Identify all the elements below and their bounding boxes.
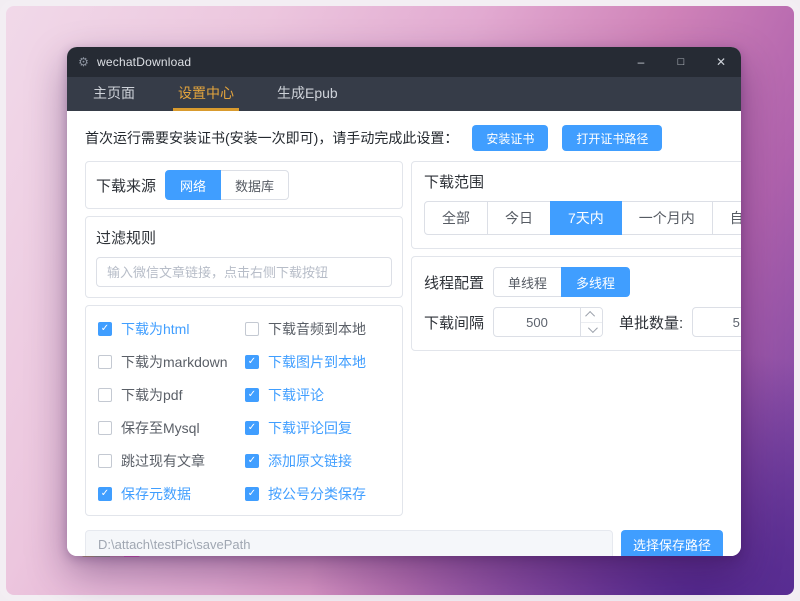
checkbox-checked-icon[interactable]: ✓ (245, 355, 259, 369)
filter-rules-title: 过滤规则 (96, 227, 392, 248)
app-window: ⚙ wechatDownload – □ ✕ 主页面 设置中心 生成Epub 首… (67, 47, 741, 556)
checkbox-checked-icon[interactable]: ✓ (245, 421, 259, 435)
download-range-title: 下载范围 (424, 171, 741, 192)
download-source-option[interactable]: 数据库 (220, 170, 289, 200)
download-source-option[interactable]: 网络 (165, 170, 221, 200)
app-icon: ⚙ (76, 55, 91, 70)
option-checkbox-label: 保存至Mysql (121, 418, 200, 438)
download-options-box: ✓ 下载为html 下载为markdown 下载为pdf 保存至Mysql 跳过现有文章 ✓… (85, 305, 403, 516)
download-range-box: 下载范围 全部今日7天内一个月内自定义 (411, 161, 741, 249)
batch-size-stepper: 5 (692, 307, 741, 337)
interval-decrease-button[interactable] (581, 322, 602, 337)
option-checkbox-item[interactable]: ✓ 下载评论回复 (245, 418, 392, 438)
tab-main-page[interactable]: 主页面 (88, 77, 140, 111)
choose-save-path-button[interactable]: 选择保存路径 (621, 530, 723, 556)
path-settings: 选择保存路径 选择缓存路径 (85, 530, 723, 556)
option-checkbox-label: 下载为html (121, 319, 189, 339)
checkbox-unchecked-icon[interactable] (98, 355, 112, 369)
batch-size-value[interactable]: 5 (693, 308, 741, 336)
checkbox-checked-icon[interactable]: ✓ (98, 322, 112, 336)
checkbox-unchecked-icon[interactable] (245, 322, 259, 336)
download-source-segmented: 网络数据库 (165, 170, 289, 200)
open-certificate-path-button[interactable]: 打开证书路径 (562, 125, 662, 151)
option-checkbox-label: 保存元数据 (121, 484, 191, 504)
checkbox-checked-icon[interactable]: ✓ (245, 454, 259, 468)
download-range-option[interactable]: 7天内 (550, 201, 622, 235)
thread-config-row: 线程配置 单线程多线程 (424, 267, 741, 297)
option-checkbox-item[interactable]: ✓ 添加原文链接 (245, 451, 392, 471)
download-source-label: 下载来源 (96, 175, 156, 196)
filter-rules-box: 过滤规则 (85, 216, 403, 298)
option-checkbox-label: 按公号分类保存 (268, 484, 366, 504)
install-certificate-button[interactable]: 安装证书 (472, 125, 548, 151)
save-path-input[interactable] (85, 530, 613, 556)
left-settings-column: 下载来源 网络数据库 过滤规则 ✓ 下载为html 下载为markdown 下载为pd… (85, 161, 403, 516)
option-checkbox-label: 下载为markdown (121, 352, 228, 372)
options-column-left: ✓ 下载为html 下载为markdown 下载为pdf 保存至Mysql 跳过现有文章 ✓… (98, 319, 245, 504)
chevron-up-icon (585, 311, 595, 321)
option-checkbox-item[interactable]: ✓ 下载为html (98, 319, 245, 339)
option-checkbox-label: 下载音频到本地 (268, 319, 366, 339)
tab-settings-center[interactable]: 设置中心 (173, 77, 239, 111)
download-range-option[interactable]: 自定义 (712, 201, 741, 235)
right-settings-column: 下载范围 全部今日7天内一个月内自定义 线程配置 单线程多线程 下载间隔 500 (411, 161, 741, 516)
certificate-hint-text: 首次运行需要安装证书(安装一次即可)，请手动完成此设置： (85, 128, 458, 148)
window-controls: – □ ✕ (621, 47, 741, 77)
checkbox-unchecked-icon[interactable] (98, 388, 112, 402)
maximize-button[interactable]: □ (661, 47, 701, 77)
download-interval-spin-buttons (580, 308, 602, 336)
close-button[interactable]: ✕ (701, 47, 741, 77)
download-source-box: 下载来源 网络数据库 (85, 161, 403, 209)
thread-config-box: 线程配置 单线程多线程 下载间隔 500 (411, 256, 741, 351)
interval-increase-button[interactable] (581, 308, 602, 322)
option-checkbox-label: 下载评论回复 (268, 418, 352, 438)
option-checkbox-label: 添加原文链接 (268, 451, 352, 471)
checkbox-unchecked-icon[interactable] (98, 454, 112, 468)
chevron-down-icon (588, 323, 598, 333)
minimize-button[interactable]: – (621, 47, 661, 77)
save-path-row: 选择保存路径 (85, 530, 723, 556)
option-checkbox-item[interactable]: ✓ 下载图片到本地 (245, 352, 392, 372)
download-interval-label: 下载间隔 (424, 312, 484, 333)
download-range-segmented: 全部今日7天内一个月内自定义 (424, 201, 741, 235)
download-interval-value[interactable]: 500 (494, 308, 580, 336)
certificate-row: 首次运行需要安装证书(安装一次即可)，请手动完成此设置： 安装证书 打开证书路径 (85, 125, 723, 151)
title-bar[interactable]: ⚙ wechatDownload – □ ✕ (67, 47, 741, 77)
thread-mode-option[interactable]: 单线程 (493, 267, 562, 297)
tab-bar: 主页面 设置中心 生成Epub (67, 77, 741, 111)
download-range-option[interactable]: 一个月内 (621, 201, 713, 235)
option-checkbox-item[interactable]: ✓ 下载评论 (245, 385, 392, 405)
download-interval-stepper: 500 (493, 307, 603, 337)
option-checkbox-item[interactable]: ✓ 按公号分类保存 (245, 484, 392, 504)
thread-mode-option[interactable]: 多线程 (561, 267, 630, 297)
option-checkbox-item[interactable]: 保存至Mysql (98, 418, 245, 438)
numeric-settings-row: 下载间隔 500 单批数量: 5 (424, 307, 741, 337)
settings-content: 首次运行需要安装证书(安装一次即可)，请手动完成此设置： 安装证书 打开证书路径… (67, 111, 741, 556)
option-checkbox-item[interactable]: 下载为markdown (98, 352, 245, 372)
option-checkbox-label: 下载评论 (268, 385, 324, 405)
screenshot-stage: ⚙ wechatDownload – □ ✕ 主页面 设置中心 生成Epub 首… (0, 0, 800, 601)
checkbox-checked-icon[interactable]: ✓ (98, 487, 112, 501)
checkbox-checked-icon[interactable]: ✓ (245, 388, 259, 402)
checkbox-checked-icon[interactable]: ✓ (245, 487, 259, 501)
checkbox-unchecked-icon[interactable] (98, 421, 112, 435)
thread-config-label: 线程配置 (424, 272, 484, 293)
option-checkbox-item[interactable]: 跳过现有文章 (98, 451, 245, 471)
window-title: wechatDownload (97, 55, 191, 69)
thread-mode-segmented: 单线程多线程 (493, 267, 630, 297)
option-checkbox-label: 下载为pdf (121, 385, 182, 405)
batch-size-label: 单批数量: (619, 312, 683, 333)
option-checkbox-label: 下载图片到本地 (268, 352, 366, 372)
article-link-input[interactable] (96, 257, 392, 287)
option-checkbox-item[interactable]: 下载音频到本地 (245, 319, 392, 339)
download-range-option[interactable]: 今日 (487, 201, 551, 235)
tab-generate-epub[interactable]: 生成Epub (272, 77, 343, 111)
option-checkbox-item[interactable]: 下载为pdf (98, 385, 245, 405)
option-checkbox-label: 跳过现有文章 (121, 451, 205, 471)
options-column-right: 下载音频到本地 ✓ 下载图片到本地 ✓ 下载评论 ✓ 下载评论回复 ✓ 添加原文链接 ✓ 按公号分类… (245, 319, 392, 504)
download-range-option[interactable]: 全部 (424, 201, 488, 235)
option-checkbox-item[interactable]: ✓ 保存元数据 (98, 484, 245, 504)
